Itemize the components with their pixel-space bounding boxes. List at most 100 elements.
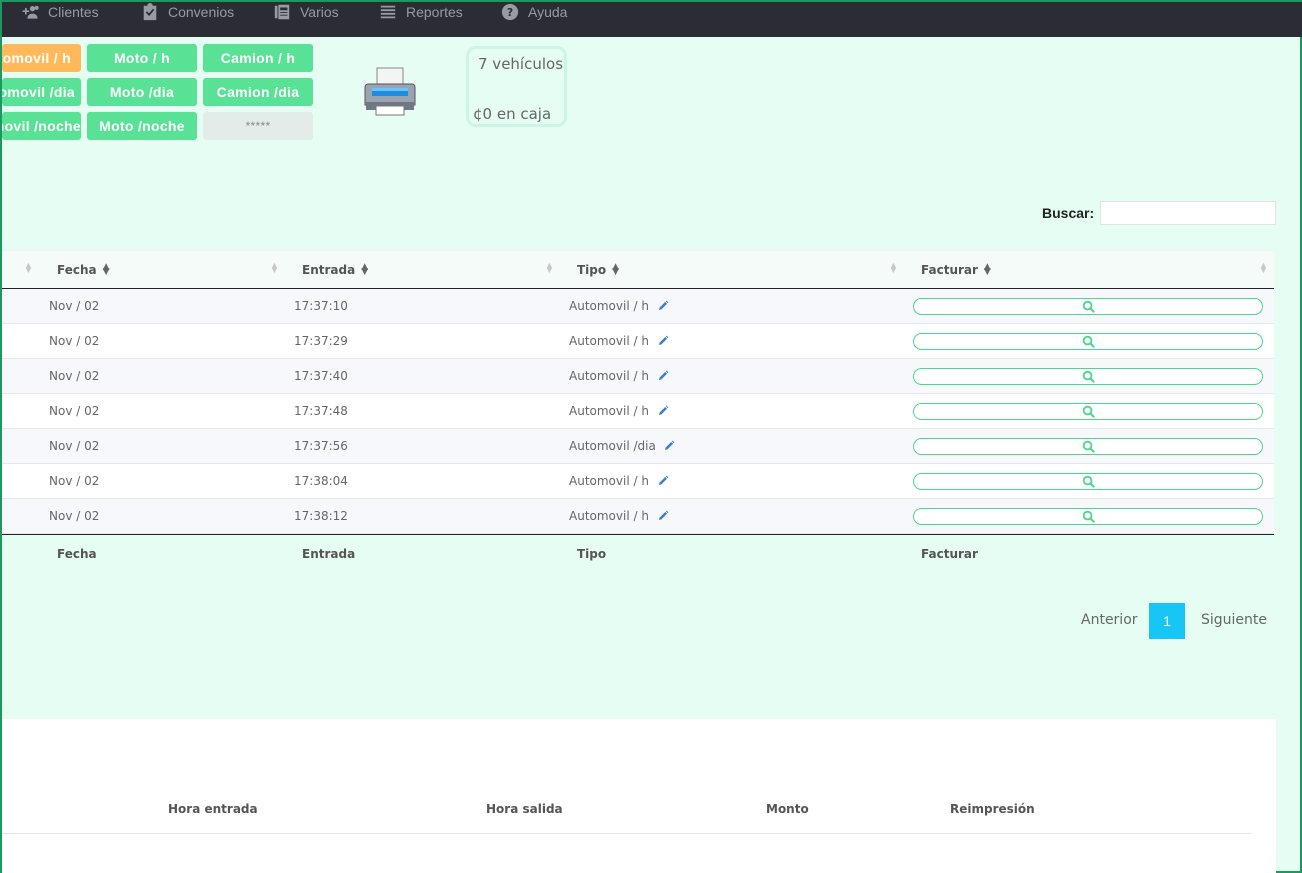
search-label: Buscar: — [1042, 205, 1095, 221]
newspaper-icon — [274, 4, 290, 20]
sort-icon: ▲ ▼ — [102, 262, 110, 277]
nav-clientes[interactable]: Clientes — [20, 2, 99, 22]
cell-fecha: Nov / 02 — [49, 439, 100, 453]
sort-icon: ▲ ▼ — [983, 262, 991, 277]
cell-entrada: 17:37:40 — [294, 369, 348, 383]
search-icon — [1082, 440, 1095, 453]
cell-tipo: Automovil / h — [569, 474, 649, 488]
table-header: ▲ ▼ Fecha ▲ ▼ ▲ ▼ Entrada ▲ ▼ ▲ ▼ Tipo ▲ ▼ ▲ ▼ Fac… — [2, 250, 1274, 289]
rate-moto-dia-button[interactable]: Moto /dia — [87, 78, 197, 106]
rate-automovil-dia-label: Automovil /dia — [2, 84, 75, 100]
edit-pencil-icon[interactable] — [657, 369, 669, 381]
foot-fecha: Fecha — [57, 547, 97, 561]
cell-fecha: Nov / 02 — [49, 509, 100, 523]
edit-pencil-icon[interactable] — [657, 474, 669, 486]
col-fecha-header[interactable]: Fecha ▲ ▼ — [57, 262, 110, 278]
stats-box: 7 vehículos ¢0 en caja — [466, 46, 567, 127]
col-facturar-label: Facturar — [921, 263, 978, 277]
clipboard-check-icon — [143, 3, 157, 21]
foot-facturar: Facturar — [921, 547, 978, 561]
col-fecha-label: Fecha — [57, 263, 97, 277]
cell-fecha: Nov / 02 — [49, 299, 100, 313]
nav-clientes-label: Clientes — [48, 4, 99, 20]
col-reimpresion: Reimpresión — [950, 802, 1035, 816]
cell-fecha: Nov / 02 — [49, 334, 100, 348]
table-footer: Fecha Entrada Tipo Facturar — [2, 534, 1274, 570]
col-entrada-label: Entrada — [302, 263, 356, 277]
col-entrada-header[interactable]: Entrada ▲ ▼ — [302, 263, 368, 278]
rate-automovil-dia-button[interactable]: Automovil /dia — [2, 78, 81, 106]
search-input[interactable] — [1100, 201, 1276, 225]
rate-automovil-noche-button[interactable]: Automovil /noche — [2, 112, 81, 140]
cell-fecha: Nov / 02 — [49, 474, 100, 488]
help-circle-icon: ? — [501, 3, 519, 21]
sort-icon: ▲ ▼ — [889, 260, 898, 275]
cell-entrada: 17:37:48 — [294, 404, 348, 418]
rate-camion-h-label: Camion / h — [220, 50, 296, 66]
svg-text:?: ? — [507, 6, 513, 19]
facturar-button[interactable] — [913, 403, 1263, 420]
receipts-panel: Hora entrada Hora salida Monto Reimpresi… — [2, 719, 1276, 873]
rate-moto-h-button[interactable]: Moto / h — [87, 44, 197, 72]
facturar-button[interactable] — [913, 333, 1263, 350]
edit-pencil-icon[interactable] — [657, 509, 669, 521]
cell-fecha: Nov / 02 — [49, 369, 100, 383]
col-facturar-header[interactable]: Facturar ▲ ▼ — [921, 262, 991, 278]
sort-icon[interactable]: ▲ ▼ — [24, 261, 33, 275]
edit-pencil-icon[interactable] — [657, 299, 669, 311]
printer-icon[interactable] — [364, 66, 416, 116]
rate-empty-button[interactable]: ***** — [203, 112, 313, 140]
table-row: Nov / 02 17:37:56 Automovil /dia — [2, 429, 1274, 464]
cell-entrada: 17:37:10 — [294, 299, 348, 313]
nav-reportes[interactable]: Reportes — [378, 2, 463, 22]
table-row: Nov / 02 17:37:40 Automovil / h — [2, 359, 1274, 394]
facturar-button[interactable] — [913, 298, 1263, 315]
cell-entrada: 17:37:29 — [294, 334, 348, 348]
top-navbar: Clientes Convenios Varios Reportes ? Ayu… — [2, 2, 1302, 37]
edit-pencil-icon[interactable] — [657, 404, 669, 416]
pagination-next[interactable]: Siguiente — [1201, 612, 1267, 628]
col-hora-entrada: Hora entrada — [168, 802, 258, 816]
search-icon — [1082, 335, 1095, 348]
rate-moto-noche-label: Moto /noche — [99, 118, 185, 134]
nav-ayuda[interactable]: ? Ayuda — [500, 2, 567, 22]
facturar-button[interactable] — [913, 368, 1263, 385]
rate-automovil-noche-label: Automovil /noche — [2, 118, 81, 134]
rate-moto-noche-button[interactable]: Moto /noche — [87, 112, 197, 140]
col-hora-salida: Hora salida — [486, 802, 563, 816]
nav-convenios-label: Convenios — [168, 4, 235, 20]
col-tipo-header[interactable]: Tipo ▲ ▼ — [577, 263, 619, 278]
pagination-page-1[interactable]: 1 — [1149, 603, 1185, 639]
cell-tipo: Automovil / h — [569, 334, 649, 348]
table-row: Nov / 02 17:38:04 Automovil / h — [2, 464, 1274, 499]
rate-camion-h-button[interactable]: Camion / h — [203, 44, 313, 72]
search-icon — [1082, 405, 1095, 418]
sort-icon: ▲ ▼ — [270, 260, 279, 275]
nav-varios[interactable]: Varios — [272, 2, 339, 22]
foot-tipo: Tipo — [577, 547, 607, 561]
facturar-button[interactable] — [913, 508, 1263, 525]
sort-icon: ▲ ▼ — [545, 260, 554, 275]
pagination-previous[interactable]: Anterior — [1081, 612, 1138, 628]
facturar-button[interactable] — [913, 438, 1263, 455]
edit-pencil-icon[interactable] — [663, 439, 675, 451]
table-row: Nov / 02 17:38:12 Automovil / h — [2, 499, 1274, 534]
rate-automovil-h-label: Automovil / h — [2, 50, 71, 66]
table-row: Nov / 02 17:37:48 Automovil / h — [2, 394, 1274, 429]
list-icon — [380, 5, 396, 19]
search-icon — [1082, 510, 1095, 523]
facturar-button[interactable] — [913, 473, 1263, 490]
nav-reportes-label: Reportes — [406, 4, 463, 20]
nav-ayuda-label: Ayuda — [528, 4, 568, 20]
search-icon — [1082, 370, 1095, 383]
rate-camion-dia-button[interactable]: Camion /dia — [203, 78, 313, 106]
cell-entrada: 17:37:56 — [294, 439, 348, 453]
vehicles-table: ▲ ▼ Fecha ▲ ▼ ▲ ▼ Entrada ▲ ▼ ▲ ▼ Tipo ▲ ▼ ▲ ▼ Fac… — [2, 250, 1274, 570]
rate-automovil-h-button[interactable]: Automovil / h — [2, 44, 81, 72]
edit-pencil-icon[interactable] — [657, 334, 669, 346]
nav-convenios[interactable]: Convenios — [140, 2, 234, 22]
foot-entrada: Entrada — [302, 547, 356, 561]
divider — [2, 833, 1251, 834]
cash-total: ¢0 en caja — [473, 105, 552, 123]
table-row: Nov / 02 17:37:29 Automovil / h — [2, 324, 1274, 359]
